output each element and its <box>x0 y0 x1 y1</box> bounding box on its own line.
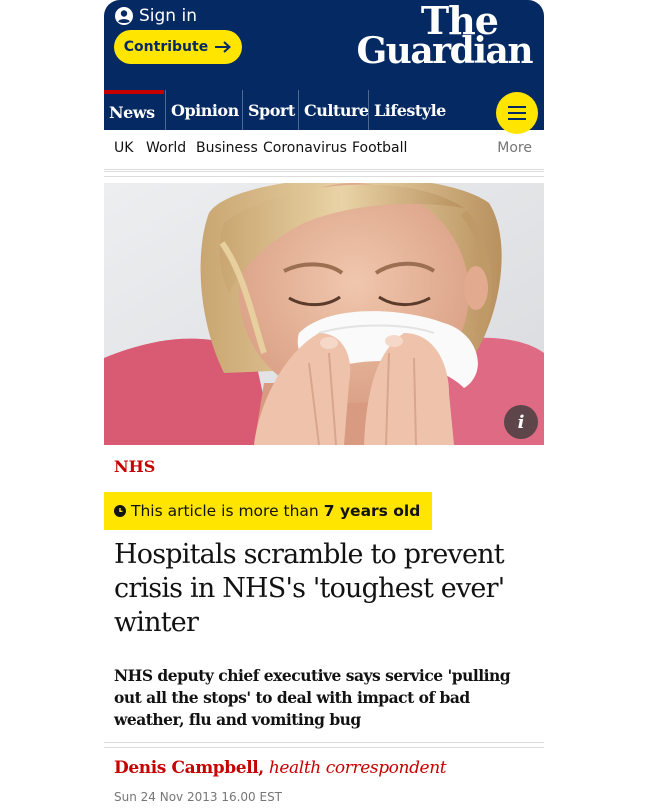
article-main-image: i <box>104 183 544 445</box>
nav-item-label: Culture <box>304 100 369 120</box>
sign-in-label: Sign in <box>139 6 197 26</box>
section-tag[interactable]: NHS <box>114 457 155 476</box>
headline-line: crisis in NHS's 'toughest ever' <box>114 573 505 604</box>
standfirst-line: weather, flu and vomiting bug <box>114 710 361 729</box>
arrow-right-icon <box>215 41 232 53</box>
subnav-item-business[interactable]: Business <box>196 140 258 156</box>
main-nav: News Opinion Sport Culture Lifestyle <box>104 90 544 130</box>
user-icon <box>115 7 133 25</box>
publish-date: Sun 24 Nov 2013 16.00 EST <box>114 790 283 804</box>
nav-item-label: News <box>109 102 155 122</box>
subnav-item-coronavirus[interactable]: Coronavirus <box>263 140 347 156</box>
subnav-item-uk[interactable]: UK <box>114 140 133 156</box>
woman-sneezing-photo <box>104 183 544 445</box>
article-headline: Hospitals scramble to prevent crisis in … <box>114 538 534 640</box>
masthead: Sign in Contribute The Guardian <box>104 0 544 92</box>
divider <box>104 742 544 748</box>
standfirst-line: NHS deputy chief executive says service … <box>114 666 511 685</box>
article-page: Sign in Contribute The Guardian News Opi… <box>104 0 544 810</box>
image-info-button[interactable]: i <box>504 405 538 439</box>
nav-item-label: Opinion <box>171 100 239 120</box>
byline: Denis Campbell, health correspondent <box>114 758 447 778</box>
article-standfirst: NHS deputy chief executive says service … <box>114 665 539 731</box>
nav-item-label: Lifestyle <box>374 100 446 120</box>
divider <box>104 171 544 177</box>
sub-nav: UK World Business Coronavirus Football M… <box>104 130 544 170</box>
logo-line-2: Guardian <box>356 30 533 72</box>
clock-icon <box>114 505 126 517</box>
age-notice-value: 7 years old <box>323 502 421 520</box>
subnav-item-world[interactable]: World <box>146 140 186 156</box>
article-age-notice: This article is more than 7 years old <box>104 492 433 530</box>
menu-button[interactable] <box>496 92 538 134</box>
headline-line: winter <box>114 607 199 638</box>
nav-item-sport[interactable]: Sport <box>242 90 297 130</box>
subnav-more-link[interactable]: More <box>497 140 532 156</box>
subnav-item-football[interactable]: Football <box>352 140 407 156</box>
nav-item-label: Sport <box>248 100 295 120</box>
headline-line: Hospitals scramble to prevent <box>114 539 505 570</box>
author-role: health correspondent <box>268 758 447 778</box>
standfirst-line: out all the stops' to deal with impact o… <box>114 688 470 707</box>
nav-item-opinion[interactable]: Opinion <box>165 90 241 130</box>
guardian-logo[interactable]: The Guardian <box>342 2 533 72</box>
info-icon: i <box>517 411 525 433</box>
age-notice-prefix: This article is more than <box>131 502 319 520</box>
sign-in-link[interactable]: Sign in <box>114 6 197 26</box>
contribute-button[interactable]: Contribute <box>114 30 242 64</box>
nav-item-culture[interactable]: Culture <box>298 90 369 130</box>
nav-item-news[interactable]: News <box>104 90 164 130</box>
nav-item-lifestyle[interactable]: Lifestyle <box>368 90 458 130</box>
author-name-link[interactable]: Denis Campbell, <box>114 758 264 778</box>
contribute-label: Contribute <box>123 39 209 55</box>
